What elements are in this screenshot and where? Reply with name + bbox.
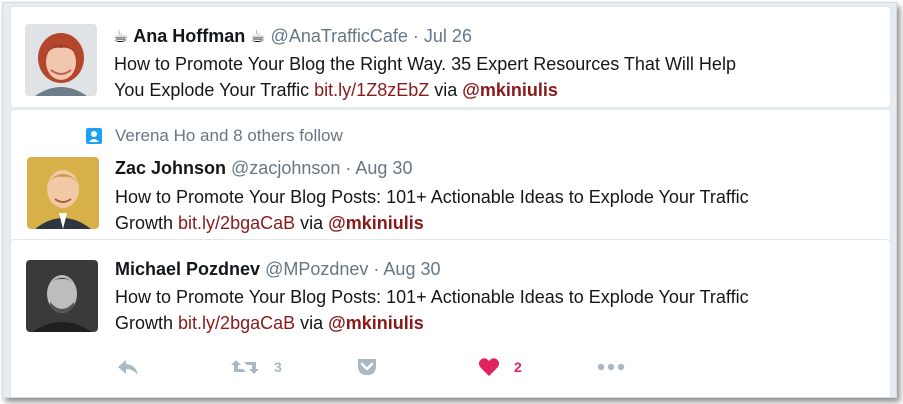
avatar[interactable] [25,24,97,96]
tweet-header: Zac Johnson @zacjohnson · Aug 30 [115,157,412,179]
reply-button[interactable] [116,355,140,379]
user-name[interactable]: Ana Hoffman [133,26,245,46]
via-text: via [300,213,324,233]
tweet-text: How to Promote Your Blog Posts: 101+ Act… [115,284,749,336]
coffee-icon: ☕ [113,27,129,46]
tweet-text-segment: Growth [115,213,174,233]
retweet-count: 3 [274,359,282,375]
tweet-text-line: How to Promote Your Blog Posts: 101+ Act… [115,187,749,207]
tweet-text-line: How to Promote Your Blog Posts: 101+ Act… [115,287,749,307]
tweet-header: ☕ Ana Hoffman ☕ @AnaTrafficCafe · Jul 26 [113,25,472,48]
like-count: 2 [514,359,522,375]
separator: · [412,26,419,46]
more-icon [597,363,625,371]
tweet-text-segment: You Explode Your Traffic [114,80,310,100]
like-button[interactable]: 2 [478,355,522,379]
tweet-card[interactable]: Verena Ho and 8 others follow Zac Johnso… [10,109,891,242]
tweet-card[interactable]: ☕ Ana Hoffman ☕ @AnaTrafficCafe · Jul 26… [10,6,891,108]
follow-icon [86,128,102,144]
user-name[interactable]: Michael Pozdnev [115,259,260,279]
reply-icon [118,360,138,375]
tweet-link[interactable]: bit.ly/2bgaCaB [178,213,295,233]
pocket-button[interactable] [356,355,378,379]
tweet-date[interactable]: Aug 30 [355,158,412,178]
heart-icon [478,358,500,376]
tweet-link[interactable]: bit.ly/1Z8zEbZ [314,80,429,100]
user-handle[interactable]: @zacjohnson [231,158,340,178]
tweet-text: How to Promote Your Blog the Right Way. … [114,51,736,103]
mention-link[interactable]: @mkiniulis [328,213,424,233]
tweet-date[interactable]: Aug 30 [383,259,440,279]
tweet-text: How to Promote Your Blog Posts: 101+ Act… [115,184,749,236]
tweet-text-segment: Growth [115,313,174,333]
retweet-button[interactable]: 3 [230,355,282,379]
mention-link[interactable]: @mkiniulis [462,80,558,100]
pocket-icon [358,359,376,375]
user-handle[interactable]: @AnaTrafficCafe [271,26,408,46]
michael-pozdnev-avatar [26,260,98,332]
tweet-actions: 3 2 [108,355,668,379]
social-context[interactable]: Verena Ho and 8 others follow [115,126,343,146]
tweet-text-line: You Explode Your Traffic bit.ly/1Z8zEbZ … [114,77,736,103]
tweet-date[interactable]: Jul 26 [424,26,472,46]
avatar[interactable] [26,260,98,332]
mention-link[interactable]: @mkiniulis [328,313,424,333]
more-button[interactable] [596,355,626,379]
retweet-icon [231,360,259,374]
via-text: via [434,80,458,100]
user-name[interactable]: Zac Johnson [115,158,226,178]
tweet-text-line: How to Promote Your Blog the Right Way. … [114,54,736,74]
avatar[interactable] [27,157,99,229]
tweet-text-line: Growth bit.ly/2bgaCaB via @mkiniulis [115,310,749,336]
ana-hoffman-avatar [25,24,97,96]
user-handle[interactable]: @MPozdnev [265,259,368,279]
tweet-text-line: Growth bit.ly/2bgaCaB via @mkiniulis [115,210,749,236]
coffee-icon: ☕ [250,27,266,46]
tweet-header: Michael Pozdnev @MPozdnev · Aug 30 [115,258,440,280]
separator: · [345,158,352,178]
tweet-link[interactable]: bit.ly/2bgaCaB [178,313,295,333]
separator: · [373,259,380,279]
via-text: via [300,313,324,333]
tweet-timeline: ☕ Ana Hoffman ☕ @AnaTrafficCafe · Jul 26… [2,2,897,398]
zac-johnson-avatar [27,157,99,229]
